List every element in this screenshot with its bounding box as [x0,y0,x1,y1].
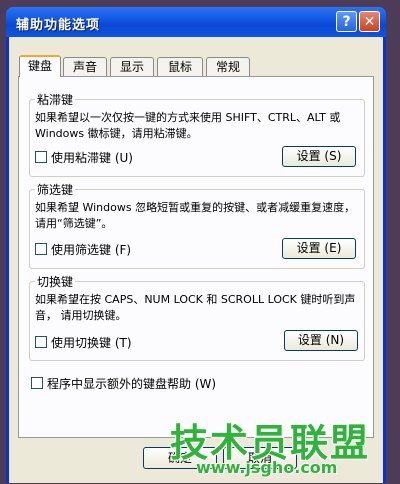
sticky-keys-checkbox[interactable] [35,151,47,163]
filter-keys-checkbox-label[interactable]: 使用筛选键 (F) [51,241,131,258]
title-bar[interactable]: 辅助功能选项 ? ✕ [6,7,386,37]
cancel-button[interactable]: 取消 [223,447,297,469]
toggle-keys-group: 切换键 如果希望在按 CAPS、NUM LOCK 和 SCROLL LOCK 键… [29,273,365,361]
extra-keyboard-help-checkbox[interactable] [31,377,43,389]
toggle-keys-settings-button[interactable]: 设置 (N) [284,330,358,351]
filter-keys-checkbox[interactable] [35,243,47,255]
sticky-keys-settings-button[interactable]: 设置 (S) [282,146,356,167]
filter-keys-group: 筛选键 如果希望 Windows 忽略短暂或重复的按键、或者减缓重复速度，请用“… [29,181,365,269]
sticky-keys-title: 粘滞键 [35,91,76,108]
sticky-keys-group: 粘滞键 如果希望以一次仅按一键的方式来使用 SHIFT、CTRL、ALT 或 W… [29,91,365,177]
tab-mouse[interactable]: 鼠标 [157,57,203,76]
accessibility-options-window: 辅助功能选项 ? ✕ 键盘 声音 显示 鼠标 常规 粘滞键 如果希望以一次仅按一… [6,7,386,483]
dialog-client-area: 键盘 声音 显示 鼠标 常规 粘滞键 如果希望以一次仅按一键的方式来使用 SHI… [9,37,383,483]
sticky-keys-description: 如果希望以一次仅按一键的方式来使用 SHIFT、CTRL、ALT 或 Windo… [35,111,341,140]
toggle-keys-description: 如果希望在按 CAPS、NUM LOCK 和 SCROLL LOCK 键时听到声… [35,293,356,322]
toggle-keys-title: 切换键 [35,273,76,290]
close-button[interactable]: ✕ [359,11,380,32]
window-title: 辅助功能选项 [16,18,101,33]
help-button[interactable]: ? [336,11,357,32]
sticky-keys-checkbox-label[interactable]: 使用粘滞键 (U) [51,149,133,166]
keyboard-tab-panel: 粘滞键 如果希望以一次仅按一键的方式来使用 SHIFT、CTRL、ALT 或 W… [18,76,374,438]
toggle-keys-checkbox[interactable] [35,336,47,348]
tab-keyboard[interactable]: 键盘 [19,55,61,77]
tab-general[interactable]: 常规 [206,57,250,76]
ok-button[interactable]: 确定 [143,447,217,469]
filter-keys-settings-button[interactable]: 设置 (E) [282,238,356,259]
extra-keyboard-help-label[interactable]: 程序中显示额外的键盘帮助 (W) [47,375,216,392]
tab-display[interactable]: 显示 [110,57,154,76]
filter-keys-description: 如果希望 Windows 忽略短暂或重复的按键、或者减缓重复速度，请用“筛选键”… [35,201,356,230]
filter-keys-title: 筛选键 [35,181,76,198]
toggle-keys-checkbox-label[interactable]: 使用切换键 (T) [51,334,132,351]
tab-sound[interactable]: 声音 [63,57,107,76]
